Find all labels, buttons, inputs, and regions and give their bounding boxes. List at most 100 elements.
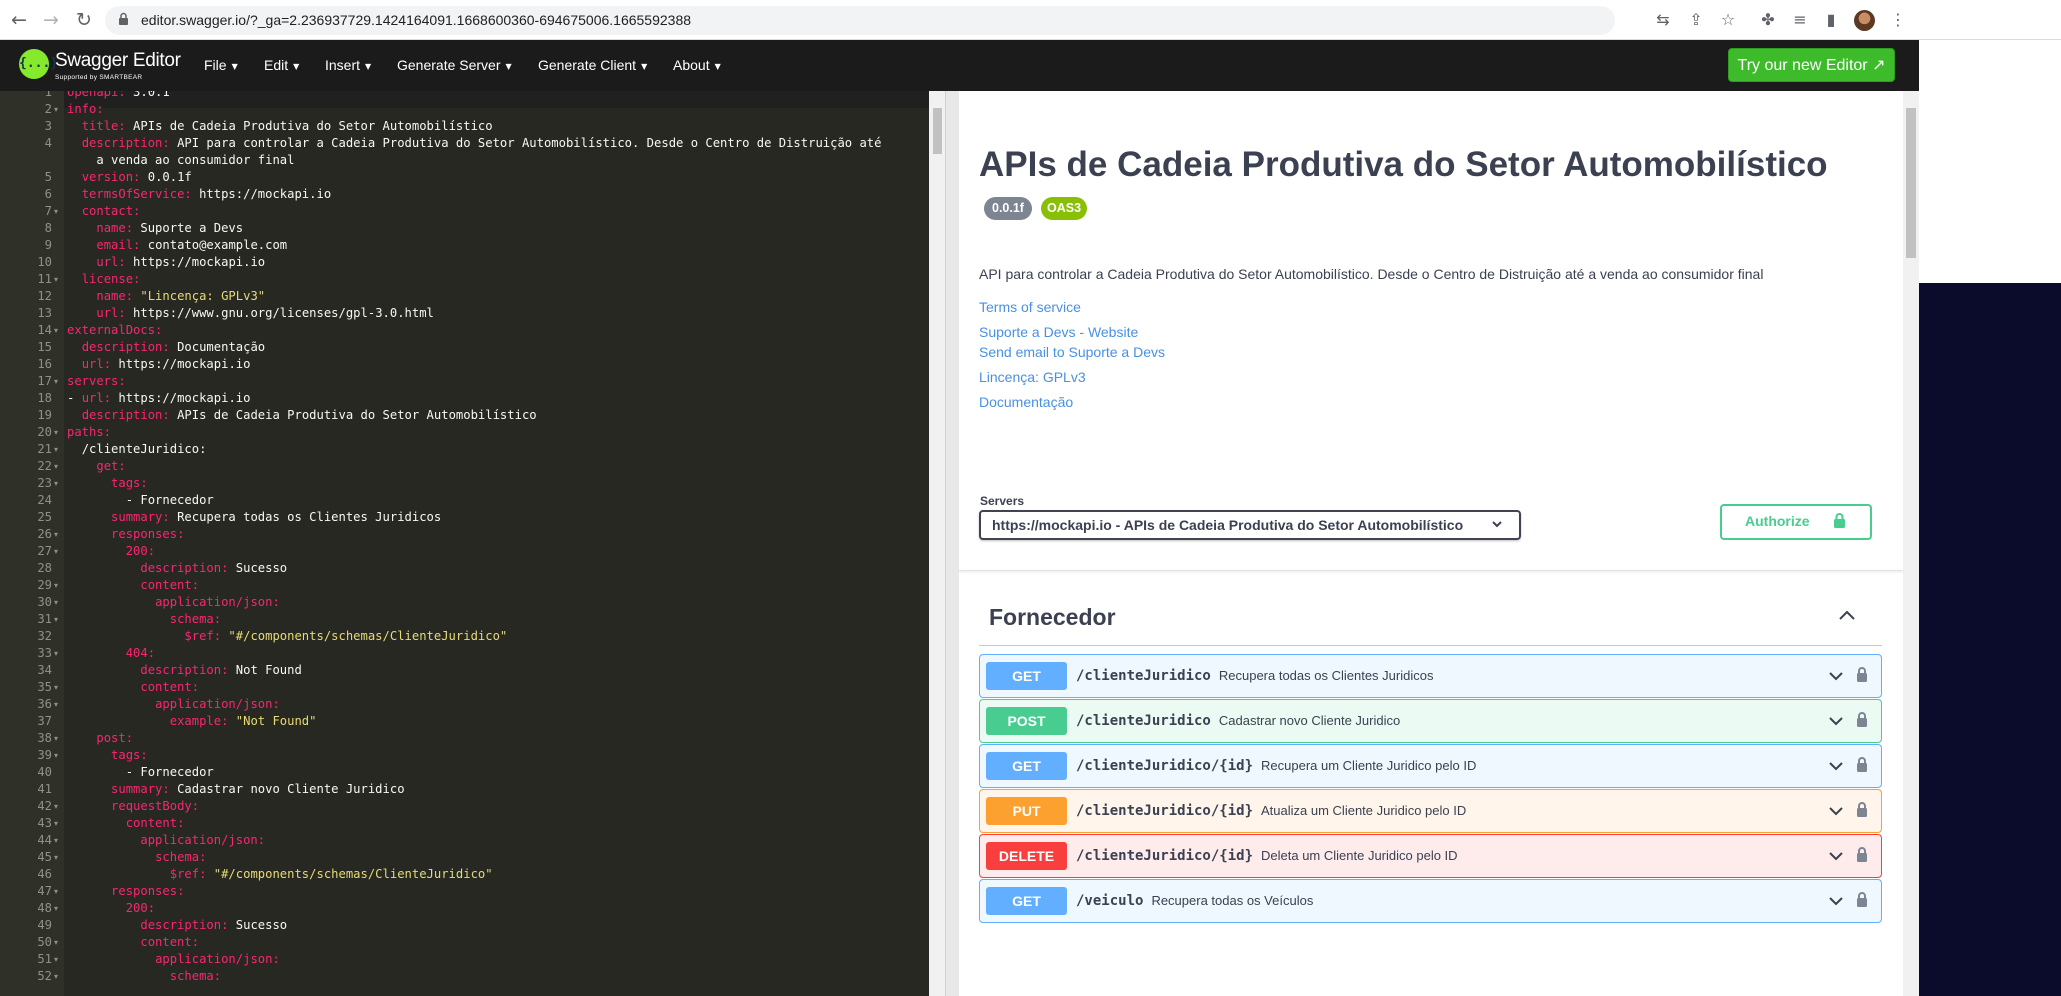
kebab-menu-icon[interactable]: ⋮ (1888, 10, 1908, 30)
code-line[interactable]: 200: (67, 543, 155, 560)
code-line-wrap[interactable]: a venda ao consumidor final (67, 152, 294, 169)
fold-toggle-icon[interactable]: ▾ (54, 968, 62, 985)
code-line[interactable]: name: Suporte a Devs (67, 220, 243, 237)
code-line[interactable]: contact: (67, 203, 141, 220)
code-line[interactable]: url: https://mockapi.io (67, 254, 265, 271)
code-line[interactable]: content: (67, 577, 199, 594)
code-line[interactable]: description: Not Found (67, 662, 301, 679)
method-badge[interactable]: POST (986, 707, 1067, 735)
try-new-editor-button[interactable]: Try our new Editor ↗ (1728, 48, 1895, 82)
menu-generate-server[interactable]: Generate Server ▼ (397, 57, 512, 73)
fold-toggle-icon[interactable]: ▾ (54, 322, 62, 339)
operation-delete[interactable]: DELETE/clienteJuridico/{id} Deleta um Cli… (979, 834, 1882, 878)
chevron-down-icon[interactable] (1828, 670, 1844, 682)
code-line[interactable]: $ref: "#/components/schemas/ClienteJurid… (67, 628, 507, 645)
method-badge[interactable]: GET (986, 752, 1067, 780)
editor-scrollbar-thumb[interactable] (933, 108, 942, 154)
fold-toggle-icon[interactable]: ▾ (54, 424, 62, 441)
fold-toggle-icon[interactable]: ▾ (54, 475, 62, 492)
yaml-editor[interactable]: 1 2 ▾ 3 4 5 6 7 ▾ 8 9 10 11 ▾ 12 13 14 ▾ 15 16 17 ▾ 18 19 20 ▾ 21 ▾… (0, 91, 929, 996)
code-line[interactable]: title: APIs de Cadeia Produtiva do Setor… (67, 118, 493, 135)
fold-toggle-icon[interactable]: ▾ (54, 679, 62, 696)
lock-icon[interactable] (1856, 666, 1868, 683)
fold-toggle-icon[interactable]: ▾ (54, 577, 62, 594)
code-line[interactable]: email: contato@example.com (67, 237, 287, 254)
code-line[interactable]: responses: (67, 883, 184, 900)
fold-toggle-icon[interactable]: ▾ (54, 441, 62, 458)
operation-put[interactable]: PUT/clienteJuridico/{id} Atualiza um Clie… (979, 789, 1882, 833)
code-line[interactable]: content: (67, 934, 199, 951)
lock-icon[interactable] (1856, 801, 1868, 818)
share-icon[interactable]: ⇪ (1686, 10, 1706, 30)
url-text[interactable]: editor.swagger.io/?_ga=2.236937729.14241… (141, 12, 691, 28)
fold-toggle-icon[interactable]: ▾ (54, 203, 62, 220)
code-line[interactable]: tags: (67, 747, 148, 764)
fold-toggle-icon[interactable]: ▾ (54, 458, 62, 475)
fold-toggle-icon[interactable]: ▾ (54, 951, 62, 968)
chevron-down-icon[interactable] (1828, 895, 1844, 907)
code-line[interactable]: name: "Lincença: GPLv3" (67, 288, 265, 305)
code-line[interactable]: schema: (67, 849, 206, 866)
code-line[interactable]: servers: (67, 373, 126, 390)
menu-about[interactable]: About ▼ (673, 57, 721, 73)
method-badge[interactable]: PUT (986, 797, 1067, 825)
operation-get[interactable]: GET/clienteJuridico/{id} Recupera um Clie… (979, 744, 1882, 788)
tag-title[interactable]: Fornecedor (989, 604, 1116, 631)
code-line[interactable]: summary: Cadastrar novo Cliente Juridico (67, 781, 405, 798)
operation-path[interactable]: /clienteJuridico Cadastrar novo Cliente J… (1076, 713, 1400, 729)
code-line[interactable]: description: Sucesso (67, 917, 287, 934)
code-line[interactable]: url: https://mockapi.io (67, 356, 251, 373)
lock-icon[interactable] (1856, 846, 1868, 863)
code-line[interactable]: responses: (67, 526, 184, 543)
chevron-down-icon[interactable] (1828, 850, 1844, 862)
code-line[interactable]: openapi: 3.0.1 (67, 91, 170, 101)
code-line[interactable]: paths: (67, 424, 111, 441)
arrow-right-icon[interactable]: → (40, 9, 62, 31)
fold-toggle-icon[interactable]: ▾ (54, 934, 62, 951)
code-line[interactable]: example: "Not Found" (67, 713, 317, 730)
fold-toggle-icon[interactable]: ▾ (54, 730, 62, 747)
menu-generate-client[interactable]: Generate Client ▼ (538, 57, 647, 73)
fold-toggle-icon[interactable]: ▾ (54, 543, 62, 560)
code-line[interactable]: content: (67, 815, 185, 832)
contact-website-link[interactable]: Suporte a Devs - Website (979, 324, 1138, 340)
code-line[interactable]: description: Documentação (67, 339, 265, 356)
preview-scrollbar-thumb[interactable] (1906, 108, 1916, 258)
operation-path[interactable]: /clienteJuridico Recupera todas os Client… (1076, 668, 1433, 684)
chevron-down-icon[interactable] (1490, 517, 1504, 531)
star-icon[interactable]: ☆ (1718, 10, 1738, 30)
operation-get[interactable]: GET/veiculo Recupera todas os Veículos (979, 879, 1882, 923)
terms-of-service-link[interactable]: Terms of service (979, 299, 1081, 315)
fold-toggle-icon[interactable]: ▾ (54, 696, 62, 713)
code-line[interactable]: schema: (67, 968, 221, 985)
chevron-down-icon[interactable] (1828, 805, 1844, 817)
lock-icon[interactable] (1856, 756, 1868, 773)
external-docs-link[interactable]: Documentação (979, 394, 1073, 410)
arrow-left-icon[interactable]: ← (8, 9, 30, 31)
code-line[interactable]: url: https://www.gnu.org/licenses/gpl-3.… (67, 305, 434, 322)
lock-icon[interactable] (1856, 891, 1868, 908)
menu-insert[interactable]: Insert ▼ (325, 57, 371, 73)
code-line[interactable]: application/json: (67, 594, 280, 611)
menu-edit[interactable]: Edit ▼ (264, 57, 299, 73)
fold-toggle-icon[interactable]: ▾ (54, 594, 62, 611)
menu-file[interactable]: File ▼ (204, 57, 238, 73)
operation-get[interactable]: GET/clienteJuridico Recupera todas os Cli… (979, 654, 1882, 698)
lock-icon[interactable] (1856, 711, 1868, 728)
code-line[interactable]: info: (67, 101, 104, 118)
code-line[interactable]: post: (67, 730, 133, 747)
code-line[interactable]: application/json: (67, 832, 265, 849)
fold-toggle-icon[interactable]: ▾ (54, 611, 62, 628)
server-select-value[interactable]: https://mockapi.io - APIs de Cadeia Prod… (992, 517, 1463, 533)
fold-toggle-icon[interactable]: ▾ (54, 645, 62, 662)
operation-post[interactable]: POST/clienteJuridico Cadastrar novo Clien… (979, 699, 1882, 743)
code-line[interactable]: requestBody: (67, 798, 199, 815)
code-line[interactable]: get: (67, 458, 125, 475)
fold-toggle-icon[interactable]: ▾ (54, 815, 62, 832)
fold-toggle-icon[interactable]: ▾ (54, 747, 62, 764)
fold-toggle-icon[interactable]: ▾ (54, 101, 62, 118)
code-line[interactable]: content: (67, 679, 199, 696)
code-line[interactable]: license: (67, 271, 141, 288)
operation-path[interactable]: /clienteJuridico/{id} Atualiza um Cliente… (1076, 803, 1466, 819)
pane-splitter[interactable] (945, 91, 959, 996)
